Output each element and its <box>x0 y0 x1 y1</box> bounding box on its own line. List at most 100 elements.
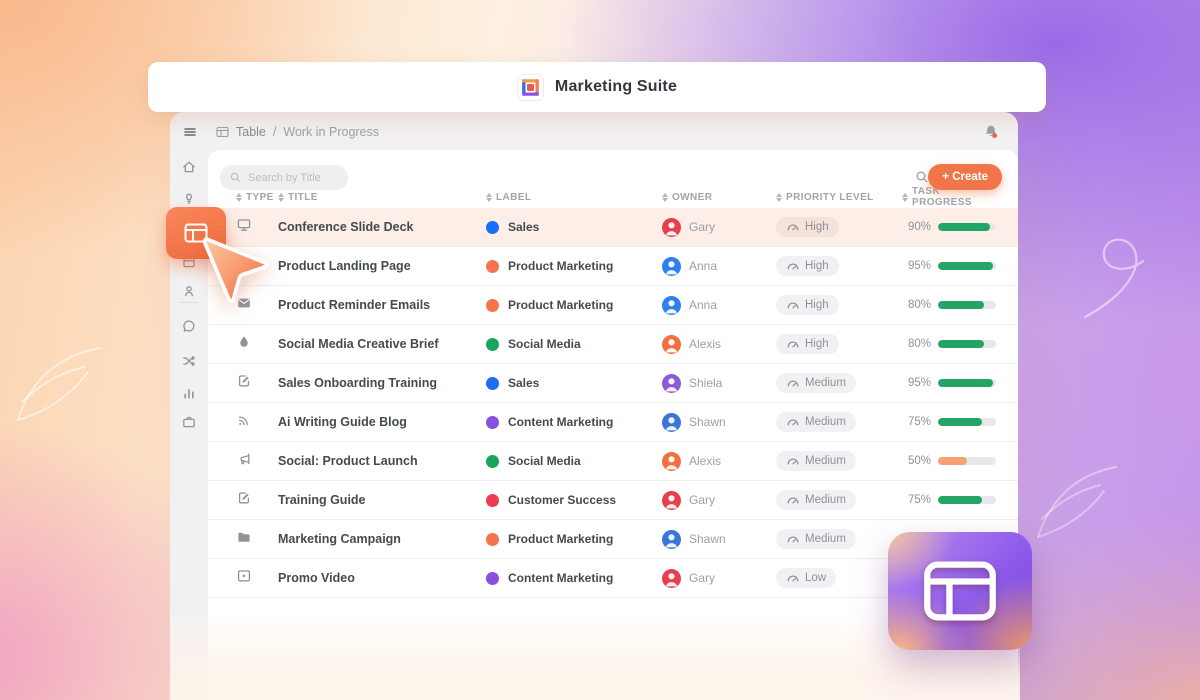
owner-name: Shiela <box>689 376 722 390</box>
table-row[interactable]: Product Reminder Emails Product Marketin… <box>208 286 1018 325</box>
owner-name: Anna <box>689 259 717 273</box>
column-header-label[interactable]: LABEL <box>486 192 662 203</box>
progress-bar <box>938 262 996 270</box>
app-icon-badge <box>888 532 1032 650</box>
gauge-icon <box>786 572 800 583</box>
table-row[interactable]: Product Landing Page Product Marketing A… <box>208 247 1018 286</box>
priority-badge: Medium <box>776 412 856 432</box>
label-text: Product Marketing <box>508 298 613 312</box>
sidebar-item-reports[interactable] <box>181 385 197 401</box>
priority-badge: Medium <box>776 373 856 393</box>
priority-label: High <box>805 338 829 350</box>
avatar <box>662 218 681 237</box>
progress-cell: 80% <box>902 338 996 350</box>
sidebar-item-shuffle[interactable] <box>181 353 197 369</box>
label-color-dot <box>486 221 499 234</box>
column-header-type[interactable]: TYPE <box>236 192 278 203</box>
progress-cell: 75% <box>902 416 996 428</box>
sort-icon <box>486 193 492 202</box>
column-header-owner[interactable]: OWNER <box>662 192 776 203</box>
priority-label: High <box>805 299 829 311</box>
progress-bar <box>938 457 996 465</box>
column-header-title[interactable]: TITLE <box>278 192 486 203</box>
task-title: Sales Onboarding Training <box>278 376 486 390</box>
table-row[interactable]: Sales Onboarding Training Sales Shiela M… <box>208 364 1018 403</box>
droplet-icon <box>236 334 252 350</box>
progress-bar <box>938 418 996 426</box>
priority-badge: Medium <box>776 451 856 471</box>
menu-icon[interactable] <box>182 124 198 140</box>
progress-bar <box>938 301 996 309</box>
owner-name: Shawn <box>689 415 726 429</box>
label-text: Social Media <box>508 337 581 351</box>
label-color-dot <box>486 455 499 468</box>
avatar <box>662 413 681 432</box>
table-icon <box>184 223 208 243</box>
column-header-priority[interactable]: PRIORITY LEVEL <box>776 192 902 203</box>
sidebar-item-chat[interactable] <box>181 318 197 334</box>
task-title: Conference Slide Deck <box>278 220 486 234</box>
owner-name: Gary <box>689 220 715 234</box>
label-color-dot <box>486 338 499 351</box>
bell-icon[interactable] <box>982 123 1000 141</box>
avatar <box>662 452 681 471</box>
priority-label: Medium <box>805 377 846 389</box>
table-mini-icon <box>216 126 229 138</box>
video-icon <box>236 568 252 584</box>
progress-bar <box>938 496 996 504</box>
title-bar: Marketing Suite <box>148 62 1046 112</box>
sidebar-item-portfolio[interactable] <box>181 414 197 430</box>
label-color-dot <box>486 377 499 390</box>
briefcase-icon <box>181 414 197 430</box>
sort-icon <box>776 193 782 202</box>
breadcrumb-section[interactable]: Table <box>236 125 266 139</box>
progress-bar <box>938 340 996 348</box>
gauge-icon <box>786 416 800 427</box>
members-icon <box>181 283 197 299</box>
sidebar-item-idea[interactable] <box>181 190 197 206</box>
avatar <box>662 569 681 588</box>
label-color-dot <box>486 533 499 546</box>
label-text: Content Marketing <box>508 415 613 429</box>
label-text: Sales <box>508 376 539 390</box>
progress-percent: 50% <box>905 455 931 467</box>
progress-percent: 95% <box>905 260 931 272</box>
priority-label: Low <box>805 572 826 584</box>
label-color-dot <box>486 494 499 507</box>
sidebar-item-members[interactable] <box>181 283 197 299</box>
table-row[interactable]: Training Guide Customer Success Gary Med… <box>208 481 1018 520</box>
sort-icon <box>662 193 668 202</box>
table-row[interactable]: Social Media Creative Brief Social Media… <box>208 325 1018 364</box>
progress-cell: 95% <box>902 260 996 272</box>
lightbulb-icon <box>181 190 197 206</box>
priority-badge: Medium <box>776 529 856 549</box>
progress-cell: 95% <box>902 377 996 389</box>
home-icon <box>181 159 197 175</box>
progress-cell: 75% <box>902 494 996 506</box>
sidebar-divider <box>179 302 199 303</box>
gauge-icon <box>786 338 800 349</box>
task-title: Training Guide <box>278 493 486 507</box>
table-row[interactable]: Social: Product Launch Social Media Alex… <box>208 442 1018 481</box>
presentation-icon <box>236 217 252 233</box>
create-button[interactable]: + Create <box>928 164 1002 190</box>
bar-chart-icon <box>181 385 197 401</box>
megaphone-icon <box>236 451 252 467</box>
priority-badge: Low <box>776 568 836 588</box>
priority-label: Medium <box>805 455 846 467</box>
label-color-dot <box>486 416 499 429</box>
priority-badge: High <box>776 295 839 315</box>
breadcrumb-page[interactable]: Work in Progress <box>283 125 379 139</box>
table-row[interactable]: Ai Writing Guide Blog Content Marketing … <box>208 403 1018 442</box>
owner-name: Shawn <box>689 532 726 546</box>
table-icon <box>922 559 998 623</box>
priority-label: Medium <box>805 416 846 428</box>
priority-label: Medium <box>805 494 846 506</box>
sidebar-item-home[interactable] <box>181 159 197 175</box>
avatar <box>662 335 681 354</box>
progress-cell: 50% <box>902 455 996 467</box>
priority-badge: High <box>776 334 839 354</box>
table-row[interactable]: Conference Slide Deck Sales Gary High 90… <box>208 208 1018 247</box>
sidebar-item-table-active[interactable] <box>166 207 226 259</box>
gauge-icon <box>786 455 800 466</box>
